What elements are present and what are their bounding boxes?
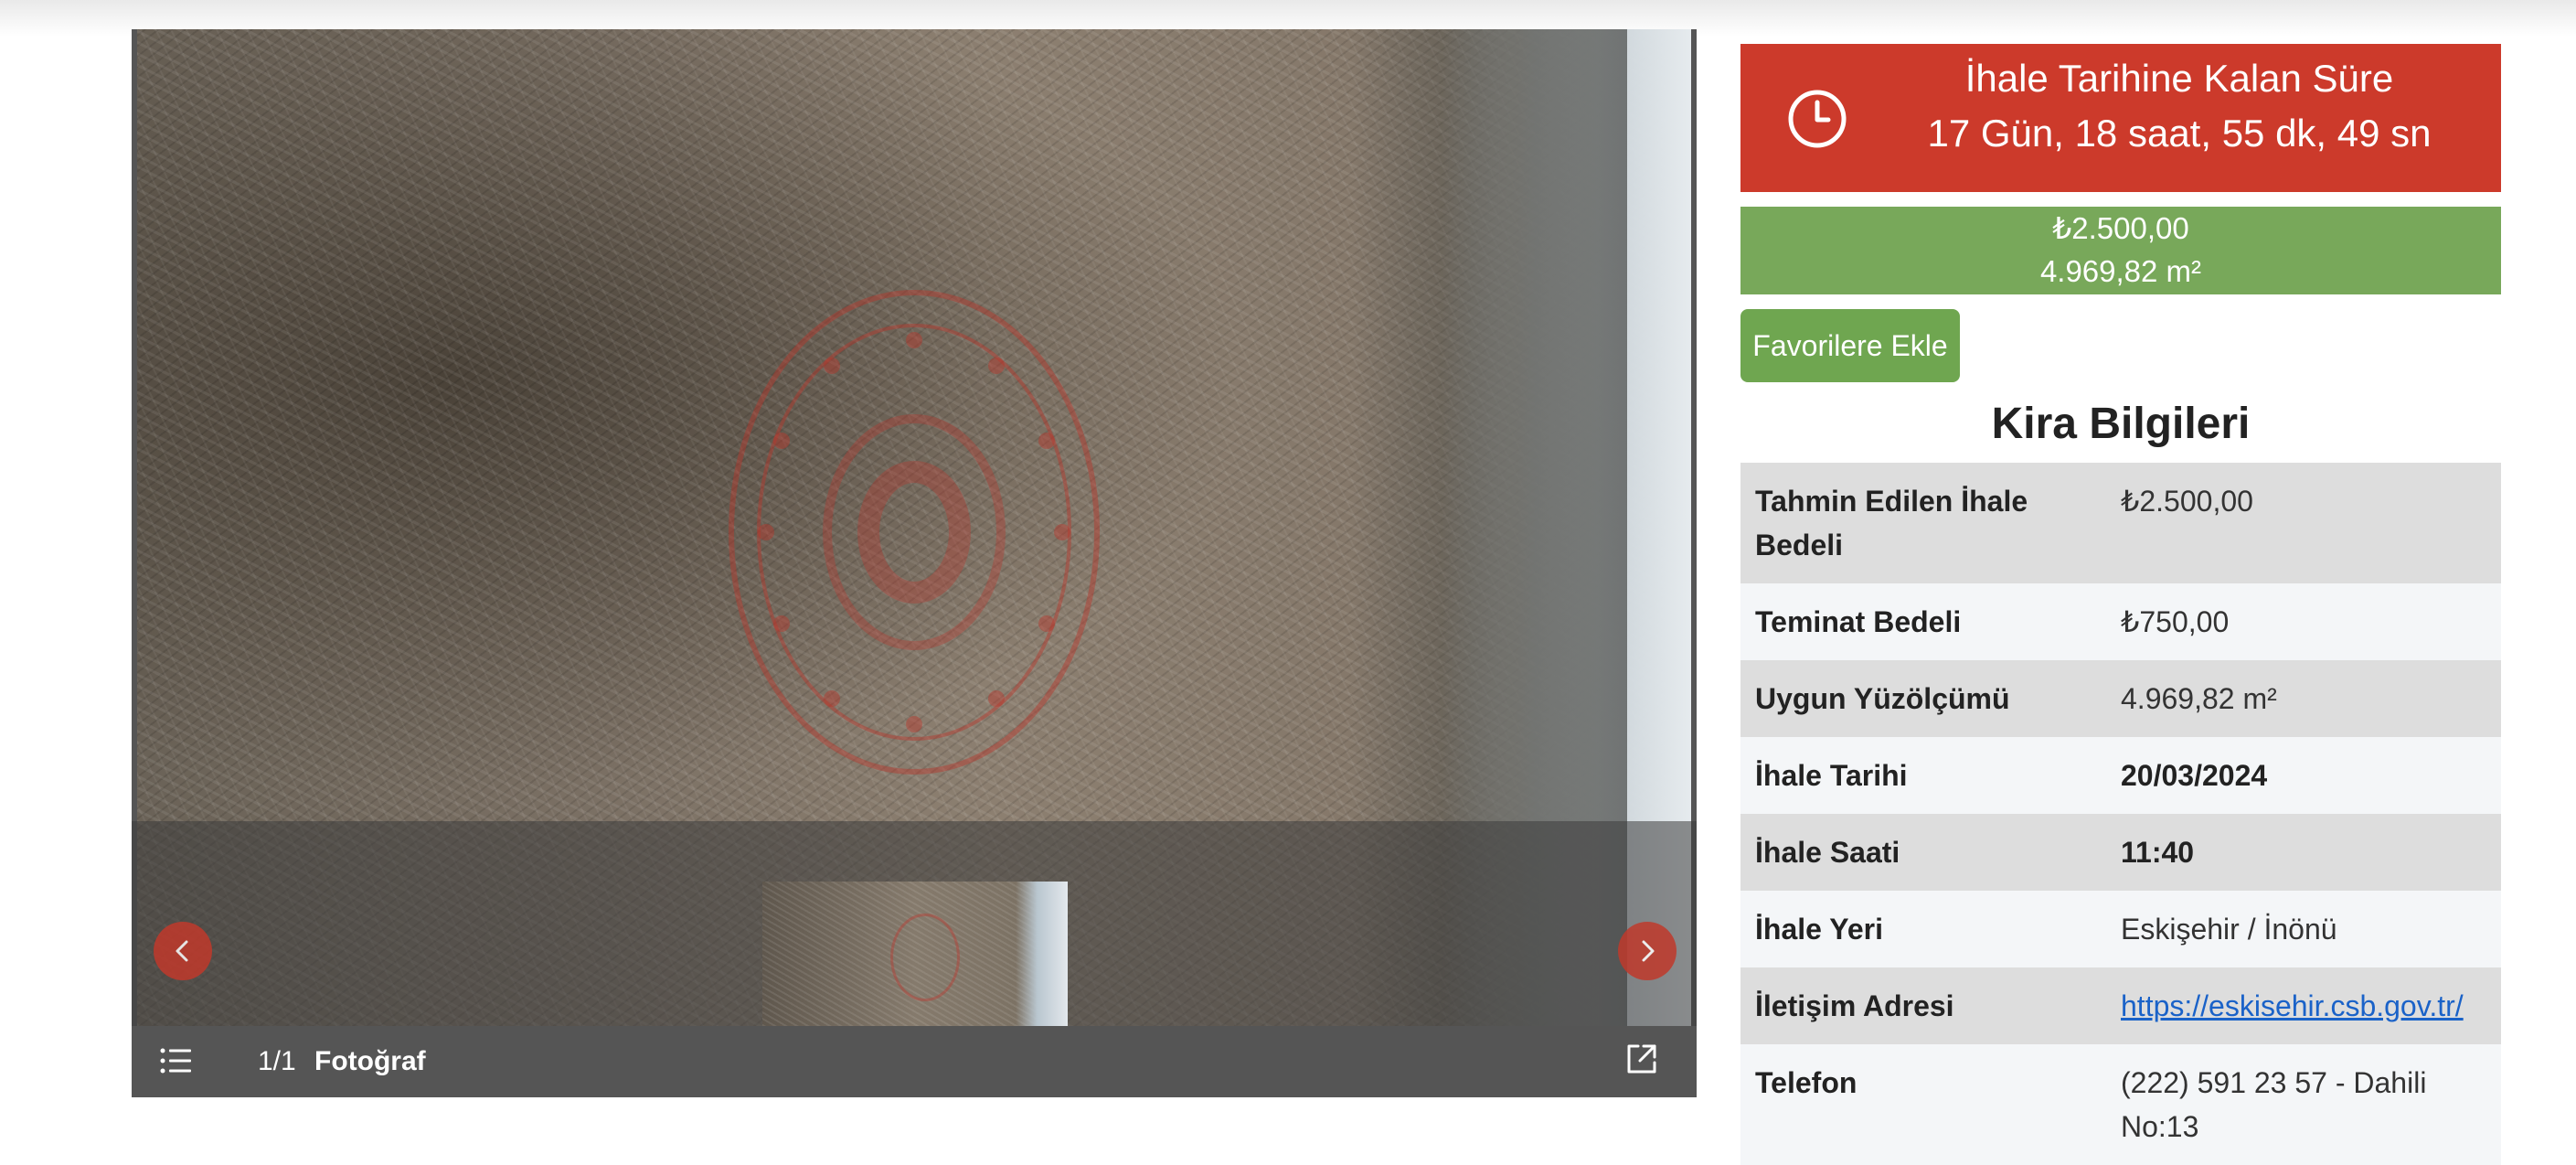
row-label: Teminat Bedeli	[1740, 583, 2106, 660]
thumbnail-seal-icon	[890, 914, 960, 1001]
photo-counter: 1/1	[258, 1046, 296, 1076]
countdown-title: İhale Tarihine Kalan Süre	[1964, 57, 2394, 100]
row-value: 20/03/2024	[2106, 737, 2501, 814]
table-row: Teminat Bedeli ₺750,00	[1740, 583, 2501, 660]
section-title: Kira Bilgileri	[1991, 400, 2251, 448]
table-row: İletişim Adresi https://eskisehir.csb.go…	[1740, 967, 2501, 1044]
gallery-toolbar: 1/1 Fotoğraf	[132, 1026, 1697, 1097]
row-label: İhale Yeri	[1740, 891, 2106, 967]
photo-gallery: 1/1 Fotoğraf	[132, 29, 1697, 1097]
table-row: İhale Yeri Eskişehir / İnönü	[1740, 891, 2501, 967]
row-value: 4.969,82 m²	[2106, 660, 2501, 737]
table-row: İhale Tarihi 20/03/2024	[1740, 737, 2501, 814]
chevron-right-icon	[1642, 940, 1655, 962]
rental-info-table: Tahmin Edilen İhale Bedeli ₺2.500,00 Tem…	[1740, 463, 2501, 1165]
table-row: Tahmin Edilen İhale Bedeli ₺2.500,00	[1740, 463, 2501, 583]
row-value: (222) 591 23 57 - Dahili No:13	[2106, 1044, 2501, 1165]
summary-area: 4.969,82 m²	[2039, 254, 2202, 288]
clock-icon	[1788, 90, 1847, 148]
row-label: Tahmin Edilen İhale Bedeli	[1740, 463, 2106, 583]
row-label: İletişim Adresi	[1740, 967, 2106, 1044]
row-label: Uygun Yüzölçümü	[1740, 660, 2106, 737]
auction-countdown: İhale Tarihine Kalan Süre 17 Gün, 18 saa…	[1740, 44, 2501, 192]
photo-label: Fotoğraf	[314, 1046, 426, 1076]
chevron-left-icon	[176, 940, 188, 962]
photo-thumbnail[interactable]	[762, 882, 1068, 1026]
row-label: İhale Saati	[1740, 814, 2106, 891]
list-icon[interactable]	[159, 1044, 196, 1077]
summary-price: ₺2.500,00	[2052, 211, 2189, 245]
row-value: Eskişehir / İnönü	[2106, 891, 2501, 967]
watermark-seal-icon	[729, 290, 1100, 775]
row-value: ₺750,00	[2106, 583, 2501, 660]
table-row: Uygun Yüzölçümü 4.969,82 m²	[1740, 660, 2501, 737]
table-row: İhale Saati 11:40	[1740, 814, 2501, 891]
row-label: Telefon	[1740, 1044, 2106, 1165]
add-to-favorites-button[interactable]: Favorilere Ekle	[1740, 309, 1960, 382]
row-value: https://eskisehir.csb.gov.tr/	[2106, 967, 2501, 1044]
row-label: İhale Tarihi	[1740, 737, 2106, 814]
table-row: Telefon (222) 591 23 57 - Dahili No:13	[1740, 1044, 2501, 1165]
row-value: 11:40	[2106, 814, 2501, 891]
next-photo-button[interactable]	[1618, 922, 1677, 980]
price-summary: ₺2.500,00 4.969,82 m²	[1740, 207, 2501, 294]
row-value: ₺2.500,00	[2106, 463, 2501, 583]
previous-photo-button[interactable]	[154, 922, 212, 980]
countdown-time: 17 Gün, 18 saat, 55 dk, 49 sn	[1927, 112, 2432, 155]
contact-address-link[interactable]: https://eskisehir.csb.gov.tr/	[2121, 989, 2464, 1022]
expand-icon[interactable]	[1623, 1041, 1660, 1077]
